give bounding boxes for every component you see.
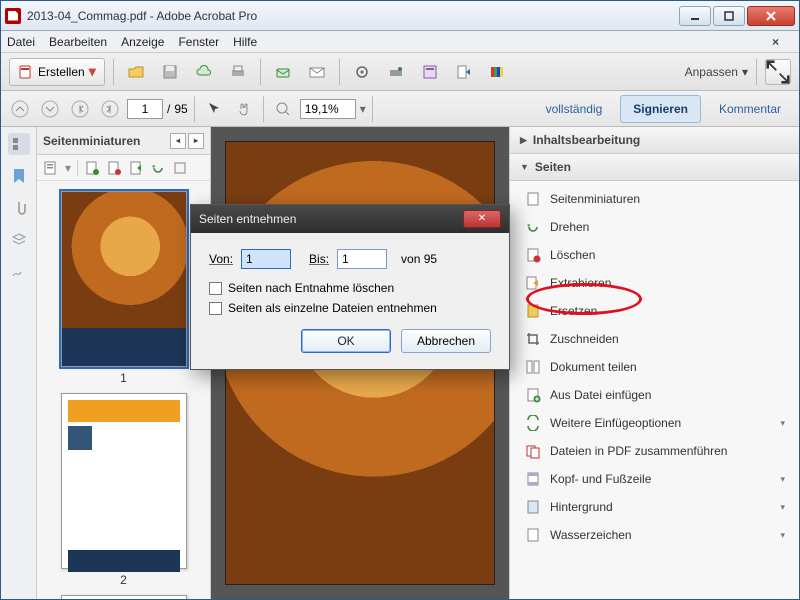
extract-pages-dialog: Seiten entnehmen ✕ Von: Bis: von 95 Seit… (190, 204, 510, 370)
to-input[interactable] (337, 249, 387, 269)
dialog-close-button[interactable]: ✕ (463, 210, 501, 228)
ok-button[interactable]: OK (301, 329, 391, 353)
to-label: Bis: (309, 252, 329, 266)
separate-files-checkbox[interactable]: Seiten als einzelne Dateien entnehmen (209, 301, 491, 315)
dialog-titlebar: Seiten entnehmen ✕ (191, 205, 509, 233)
checkbox-icon (209, 302, 222, 315)
from-label: Von: (209, 252, 233, 266)
checkbox-icon (209, 282, 222, 295)
cancel-button[interactable]: Abbrechen (401, 329, 491, 353)
of-total-label: von 95 (401, 252, 437, 266)
dialog-title: Seiten entnehmen (199, 212, 296, 226)
delete-after-checkbox[interactable]: Seiten nach Entnahme löschen (209, 281, 491, 295)
dialog-overlay: Seiten entnehmen ✕ Von: Bis: von 95 Seit… (0, 0, 800, 600)
from-input[interactable] (241, 249, 291, 269)
